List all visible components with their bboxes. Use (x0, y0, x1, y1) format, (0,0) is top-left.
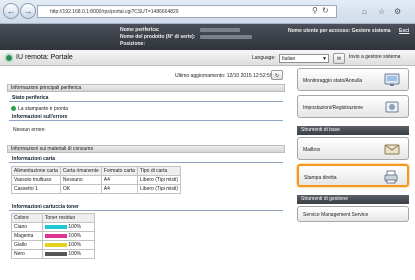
back-arrow-icon[interactable]: ← (3, 3, 19, 19)
language-value: Italian (282, 56, 296, 62)
monitoring-button[interactable]: Monitoraggio stato/Annulla (297, 68, 409, 91)
table-cell: A4 (100, 184, 138, 194)
service-management-button[interactable]: Service Management Service (297, 206, 409, 222)
forward-arrow-icon[interactable]: → (20, 3, 36, 19)
mail-icon: ✉ (336, 56, 342, 62)
toner-value: 100% (68, 224, 82, 230)
table-row: Giallo 100% (11, 240, 96, 250)
language-select[interactable]: Italian ▼ (279, 54, 329, 63)
admin-link[interactable]: Invio a gestore sistema (349, 54, 400, 60)
monitor-status-icon (384, 73, 400, 86)
settings-label: Impostazioni/Registrazione (303, 105, 364, 111)
remote-ui-logo-icon (4, 53, 14, 63)
table-header: Toner residuo (41, 213, 96, 223)
table-cell: Nessuno (59, 175, 102, 185)
main-info-section: Informazioni principali periferica (7, 84, 285, 92)
table-row: Magenta 100% (11, 231, 96, 241)
page-title: IU remota: Portale (16, 54, 73, 61)
toner-level-cell: 100% (41, 222, 96, 232)
table-header: Carta rimanente (59, 166, 102, 176)
status-text: La stampante è pronta (18, 106, 69, 112)
toner-level-bar (44, 242, 67, 247)
table-cell: Libero (Tipi misti) (136, 184, 182, 194)
consumables-section: Informazioni sui materiali di consumo (7, 145, 285, 153)
error-heading: Informazioni sull'errore (9, 114, 283, 121)
table-row: Vassoio multiuso Nessuno A4 Libero (Tipi… (11, 175, 182, 185)
product-name-label: Nome del prodotto (N° di serie): (120, 34, 196, 40)
monitoring-label: Monitoraggio stato/Annulla (303, 78, 363, 84)
bottom-fade (0, 262, 290, 280)
main-content: Ultimo aggiornamento: 12/10 2015 12:52:5… (7, 70, 285, 280)
toner-value: 100% (68, 233, 82, 239)
paper-heading: Informazioni carta (9, 156, 283, 163)
device-header: Nome periferica: Nome del prodotto (N° d… (0, 24, 415, 50)
toner-level-cell: 100% (41, 240, 96, 250)
table-header: Tipo di carta (136, 166, 182, 176)
table-header: Alimentazione carta (11, 166, 61, 176)
direct-print-button[interactable]: Stampa diretta (297, 164, 409, 187)
redacted-device-name (200, 28, 240, 32)
language-label: Language: (252, 55, 276, 61)
settings-registration-button[interactable]: Impostazioni/Registrazione (297, 95, 409, 118)
toner-value: 100% (68, 242, 82, 248)
toner-value: 100% (68, 251, 82, 257)
status-ok-icon (11, 106, 16, 111)
table-cell: Cassetto 1 (11, 184, 61, 194)
refresh-page-icon[interactable]: ↻ (322, 6, 329, 15)
toner-level-bar (44, 251, 67, 256)
paper-table: Alimentazione carta Carta rimanente Form… (11, 166, 182, 194)
table-row: Cassetto 1 OK A4 Libero (Tipi misti) (11, 184, 182, 194)
chevron-down-icon: ▼ (322, 56, 327, 62)
mailbox-icon (384, 144, 400, 155)
table-row: Nero 100% (11, 249, 96, 259)
last-update: Ultimo aggiornamento: 12/10 2015 12:52:5… (175, 73, 273, 79)
direct-print-label: Stampa diretta (304, 175, 337, 181)
table-cell: A4 (100, 175, 138, 185)
service-management-label: Service Management Service (303, 212, 369, 218)
mailbox-label: Mailbox (303, 147, 321, 153)
management-tools-heading: Strumenti di gestione (297, 195, 409, 204)
table-row: Ciano 100% (11, 222, 96, 232)
toner-level-cell: 100% (41, 231, 96, 241)
toner-color: Magenta (11, 231, 43, 241)
refresh-button[interactable]: ↻ (271, 70, 283, 80)
toner-level-bar (44, 233, 67, 238)
table-cell: Libero (Tipi misti) (136, 175, 182, 185)
refresh-icon: ↻ (274, 73, 280, 79)
device-name-label: Nome periferica: (120, 27, 160, 33)
browser-toolbar: ← → http://192.168.0.1:8000/rps/portal.c… (0, 0, 415, 24)
mailbox-button[interactable]: Mailbox (297, 137, 409, 160)
toner-table: Colore Toner residuo Ciano 100% Magenta … (11, 213, 96, 259)
mail-admin-button[interactable]: ✉ (333, 53, 345, 64)
table-header: Formato carta (100, 166, 138, 176)
toner-color: Giallo (11, 240, 43, 250)
redacted-product-name (200, 35, 252, 39)
location-label: Posizione: (120, 41, 146, 47)
table-cell: Vassoio multiuso (11, 175, 61, 185)
favorites-star-icon[interactable]: ☆ (378, 7, 385, 16)
error-text: Nessun errore (13, 127, 45, 133)
table-header: Colore (11, 213, 43, 223)
home-icon[interactable]: ⌂ (362, 7, 367, 16)
toner-color: Ciano (11, 222, 43, 232)
toner-color: Nero (11, 249, 43, 259)
printer-icon (384, 170, 398, 184)
login-info: Nome utente per accesso: Gestore sistema (288, 28, 391, 34)
portal-titlebar: IU remota: Portale Language: Italian ▼ ✉… (0, 50, 415, 66)
basic-tools-heading: Strumenti di base (297, 126, 409, 135)
settings-icon (385, 101, 399, 113)
toner-level-cell: 100% (41, 249, 96, 259)
table-cell: OK (59, 184, 102, 194)
logout-link[interactable]: Esci (399, 28, 409, 34)
toner-level-bar (44, 224, 67, 229)
sidebar: Monitoraggio stato/Annulla Impostazioni/… (297, 68, 410, 280)
toner-heading: Informazioni cartuccia toner (9, 204, 283, 211)
status-heading: Stato periferica (9, 95, 283, 102)
settings-gear-icon[interactable]: ⚙ (394, 7, 401, 16)
address-bar[interactable]: http://192.168.0.1:8000/rps/portal.cgi?C… (37, 5, 337, 18)
magnifier-icon[interactable]: ⚲ (312, 6, 318, 15)
